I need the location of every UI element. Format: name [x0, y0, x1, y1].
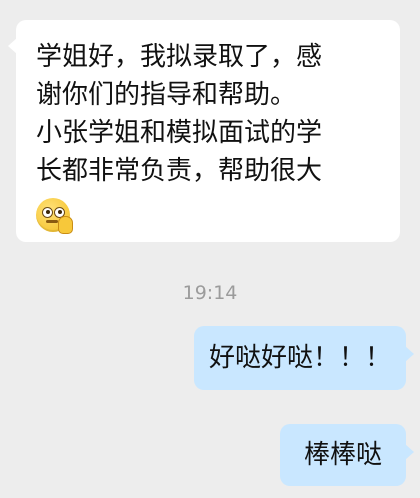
message-timestamp: 19:14	[182, 282, 238, 304]
message-text: 棒棒哒	[303, 440, 382, 470]
message-line: 小张学姐和模拟面试的学	[36, 118, 323, 148]
message-line: 学姐好，我拟录取了，感	[36, 42, 323, 72]
outgoing-message-bubble[interactable]: 好哒好哒！！！	[194, 326, 414, 390]
message-line: 谢你们的指导和帮助。	[36, 80, 297, 110]
thinking-face-icon	[36, 196, 76, 236]
chat-window: 学姐好，我拟录取了，感 谢你们的指导和帮助。 小张学姐和模拟面试的学 长都非常负…	[0, 0, 420, 498]
message-line: 长都非常负责，帮助很大	[36, 156, 323, 186]
outgoing-message-bubble[interactable]: 棒棒哒	[280, 424, 414, 486]
message-text: 好哒好哒！！！	[208, 343, 391, 373]
incoming-message-bubble[interactable]: 学姐好，我拟录取了，感 谢你们的指导和帮助。 小张学姐和模拟面试的学 长都非常负…	[8, 20, 400, 242]
